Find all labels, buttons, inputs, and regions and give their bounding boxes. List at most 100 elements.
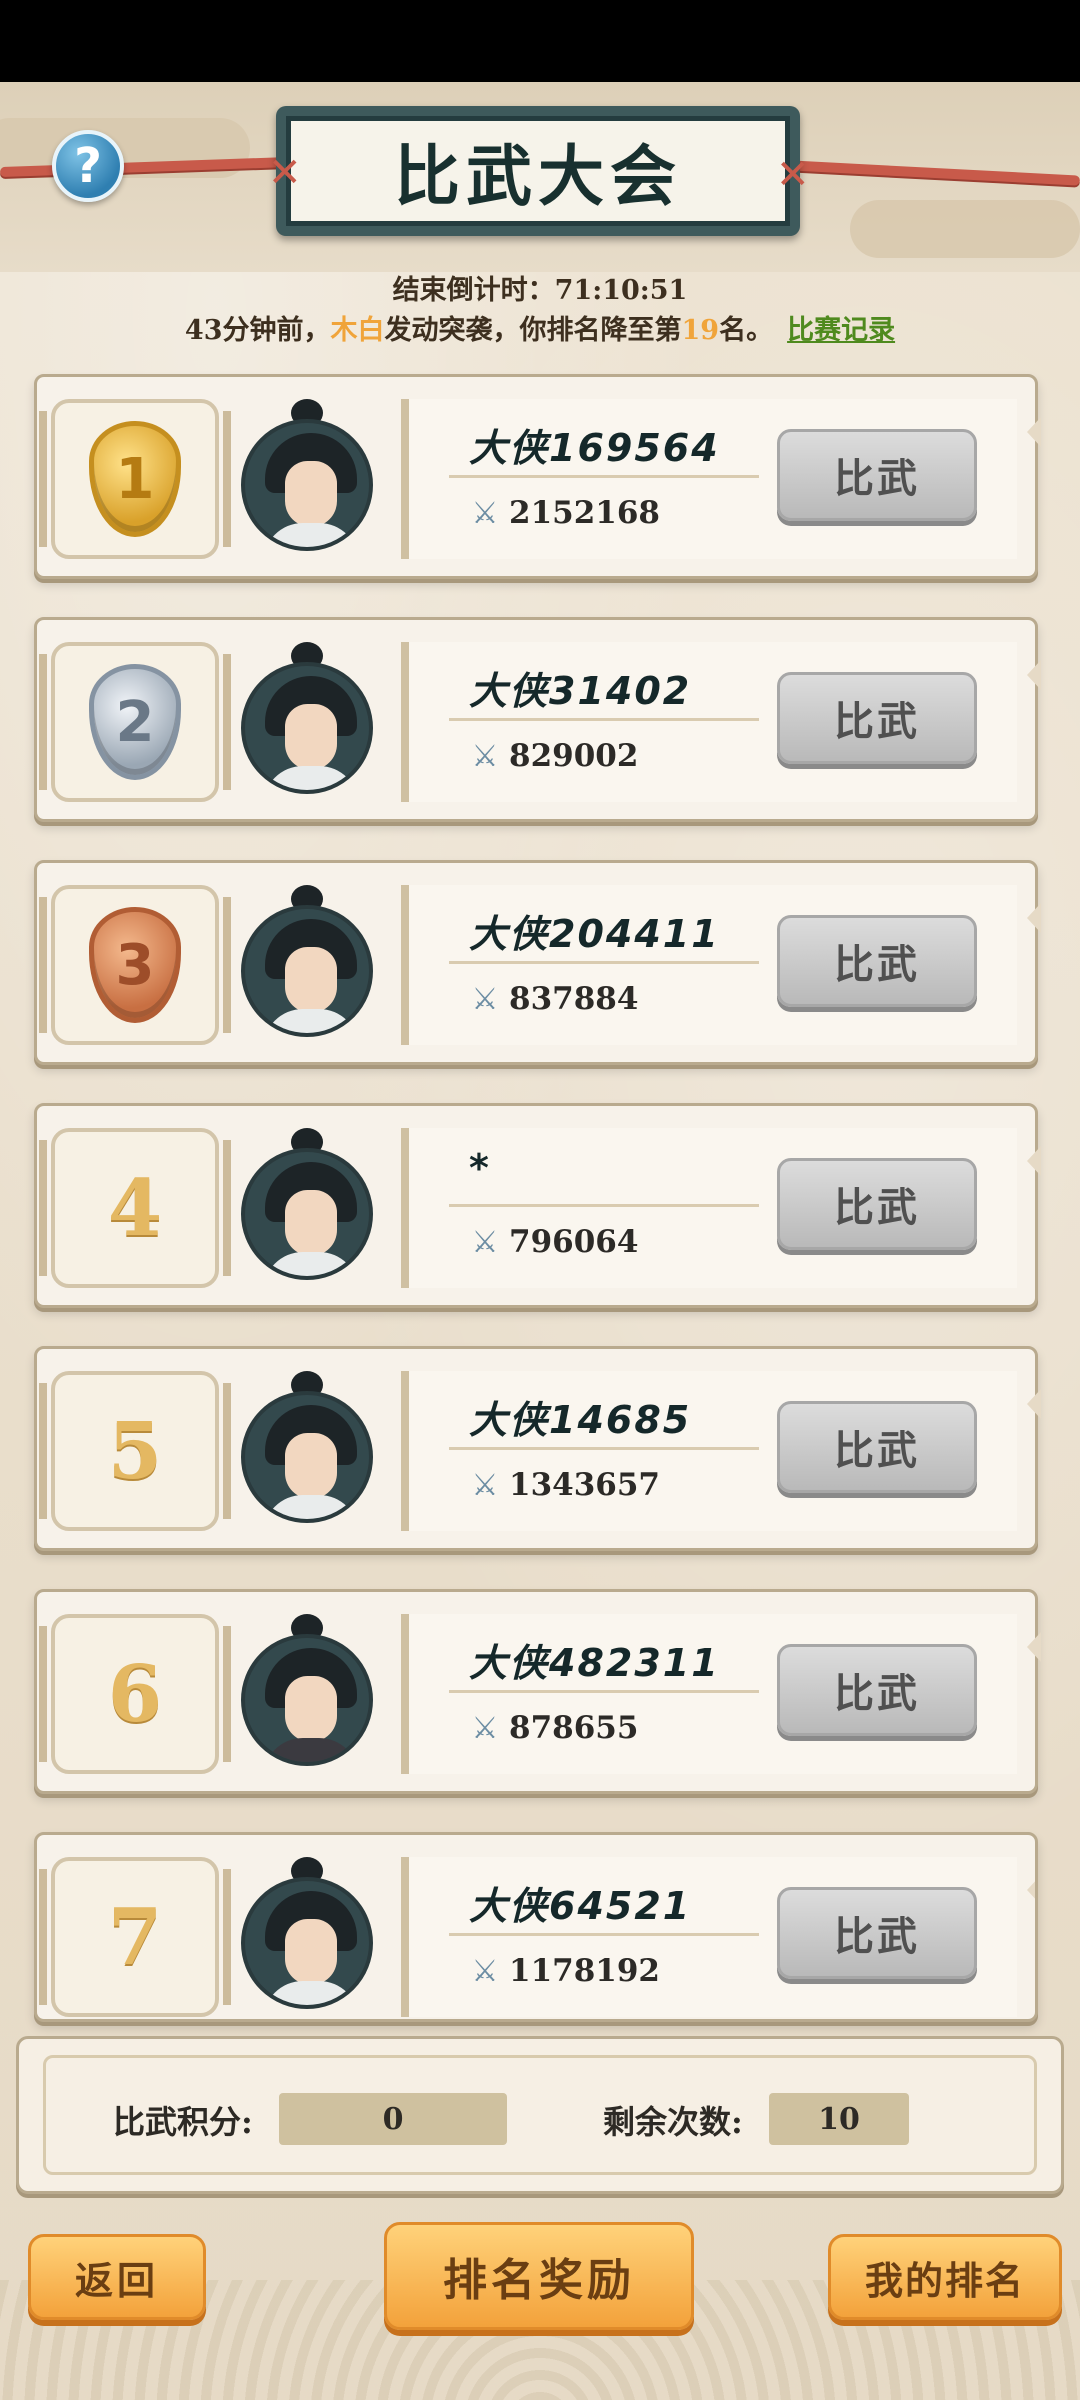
- avatar-frame: [241, 419, 373, 551]
- countdown-line: 结束倒计时：71:10:51: [0, 268, 1080, 307]
- rank-card-3: 3 大侠204411 ⚔ 837884 比武: [34, 860, 1041, 1065]
- power-value: 878655: [509, 1710, 639, 1746]
- power-value: 2152168: [509, 495, 660, 531]
- rank-badge: 5: [39, 1371, 231, 1531]
- fight-button[interactable]: 比武: [777, 1158, 977, 1250]
- remaining-value: 10: [769, 2093, 909, 2145]
- swords-icon: ⚔: [471, 1467, 499, 1503]
- player-name: 大侠482311: [469, 1641, 720, 1685]
- power-value: 837884: [509, 981, 639, 1017]
- avatar[interactable]: [241, 1614, 373, 1766]
- player-info: 大侠31402 ⚔ 829002 比武: [401, 642, 1017, 802]
- power-row: ⚔ 2152168: [469, 495, 660, 531]
- help-button[interactable]: ?: [52, 130, 124, 202]
- card-notch: [1027, 1632, 1041, 1662]
- power-value: 796064: [509, 1224, 639, 1260]
- gold-medal-icon: 1: [89, 421, 181, 537]
- power-row: ⚔ 1178192: [469, 1953, 660, 1989]
- rank-card-7: 7 大侠64521 ⚔ 1178192 比武: [34, 1832, 1038, 2022]
- swords-icon: ⚔: [471, 981, 499, 1017]
- power-row: ⚔ 796064: [469, 1224, 639, 1260]
- swords-icon: ⚔: [471, 1224, 499, 1260]
- header-cloud-right: [850, 200, 1080, 258]
- fight-button[interactable]: 比武: [777, 915, 977, 1007]
- avatar-frame: [241, 1391, 373, 1523]
- rank-reward-button[interactable]: 排名奖励: [384, 2222, 694, 2330]
- notice-attacker: 木白: [330, 315, 385, 346]
- avatar-robe: [263, 1495, 359, 1519]
- points-value: 0: [279, 2093, 507, 2145]
- power-row: ⚔ 878655: [469, 1710, 639, 1746]
- power-row: ⚔ 1343657: [469, 1467, 660, 1503]
- notice-part1: 43分钟前，: [184, 315, 331, 346]
- rank-badge: 1: [39, 399, 231, 559]
- avatar-robe: [263, 1981, 359, 2005]
- avatar-robe: [263, 523, 359, 547]
- points-label: 比武积分:: [113, 2103, 253, 2141]
- swords-icon: ⚔: [471, 1953, 499, 1989]
- player-name: 大侠31402: [469, 669, 692, 713]
- avatar[interactable]: [241, 1371, 373, 1523]
- rank-number: 4: [107, 1162, 163, 1254]
- player-name: *: [469, 1146, 491, 1190]
- player-info: 大侠204411 ⚔ 837884 比武: [401, 885, 1017, 1045]
- player-name: 大侠64521: [469, 1884, 692, 1928]
- swords-icon: ⚔: [471, 495, 499, 531]
- status-bar: [0, 0, 1080, 82]
- divider: [449, 1933, 759, 1936]
- power-value: 1178192: [509, 1953, 660, 1989]
- rank-badge: 4: [39, 1128, 231, 1288]
- attack-notice: 43分钟前，木白发动突袭，你排名降至第19名。 比赛记录: [0, 308, 1080, 347]
- divider: [449, 1204, 759, 1207]
- avatar[interactable]: [241, 399, 373, 551]
- avatar-frame: [241, 905, 373, 1037]
- help-icon: ?: [74, 138, 102, 194]
- fight-button[interactable]: 比武: [777, 1401, 977, 1493]
- rank-card-4: 4 * ⚔ 796064 比武: [34, 1103, 1041, 1308]
- countdown-time: 71:10:51: [554, 275, 688, 306]
- rope-knot-left-icon: ✕: [268, 150, 302, 196]
- fight-button[interactable]: 比武: [777, 1887, 977, 1979]
- card-notch: [1027, 903, 1041, 933]
- notice-part2: 发动突袭，你排名降至第: [384, 315, 682, 346]
- avatar-face: [285, 1433, 337, 1499]
- divider: [449, 961, 759, 964]
- rank-card-6: 6 大侠482311 ⚔ 878655 比武: [34, 1589, 1041, 1794]
- rank-badge: 7: [39, 1857, 231, 2017]
- player-name: 大侠14685: [469, 1398, 692, 1442]
- rank-card-1: 1 大侠169564 ⚔ 2152168 比武: [34, 374, 1041, 579]
- avatar[interactable]: [241, 1857, 373, 2009]
- avatar-robe: [263, 766, 359, 790]
- avatar[interactable]: [241, 885, 373, 1037]
- avatar-face: [285, 1676, 337, 1742]
- player-info: 大侠482311 ⚔ 878655 比武: [401, 1614, 1017, 1774]
- player-info: 大侠64521 ⚔ 1178192 比武: [401, 1857, 1017, 2017]
- avatar-frame: [241, 1148, 373, 1280]
- rank-card-5: 5 大侠14685 ⚔ 1343657 比武: [34, 1346, 1041, 1551]
- rank-number: 7: [107, 1891, 163, 1983]
- avatar-frame: [241, 1634, 373, 1766]
- player-info: 大侠169564 ⚔ 2152168 比武: [401, 399, 1017, 559]
- match-record-link[interactable]: 比赛记录: [787, 315, 895, 346]
- rank-number: 6: [107, 1648, 163, 1740]
- rope-knot-right-icon: ✕: [776, 152, 810, 198]
- my-rank-button[interactable]: 我的排名: [828, 2234, 1062, 2320]
- player-info: * ⚔ 796064 比武: [401, 1128, 1017, 1288]
- back-button[interactable]: 返回: [28, 2234, 206, 2320]
- avatar[interactable]: [241, 1128, 373, 1280]
- fight-button[interactable]: 比武: [777, 672, 977, 764]
- card-notch: [1027, 660, 1041, 690]
- swords-icon: ⚔: [471, 1710, 499, 1746]
- fight-button[interactable]: 比武: [777, 1644, 977, 1736]
- avatar-face: [285, 704, 337, 770]
- remaining-label: 剩余次数:: [603, 2103, 743, 2141]
- divider: [449, 475, 759, 478]
- avatar[interactable]: [241, 642, 373, 794]
- notice-part3: 名。: [719, 315, 774, 346]
- rank-badge: 2: [39, 642, 231, 802]
- countdown-label: 结束倒计时：: [392, 275, 555, 306]
- bronze-medal-icon: 3: [89, 907, 181, 1023]
- avatar-frame: [241, 1877, 373, 2009]
- card-notch: [1027, 1389, 1041, 1419]
- fight-button[interactable]: 比武: [777, 429, 977, 521]
